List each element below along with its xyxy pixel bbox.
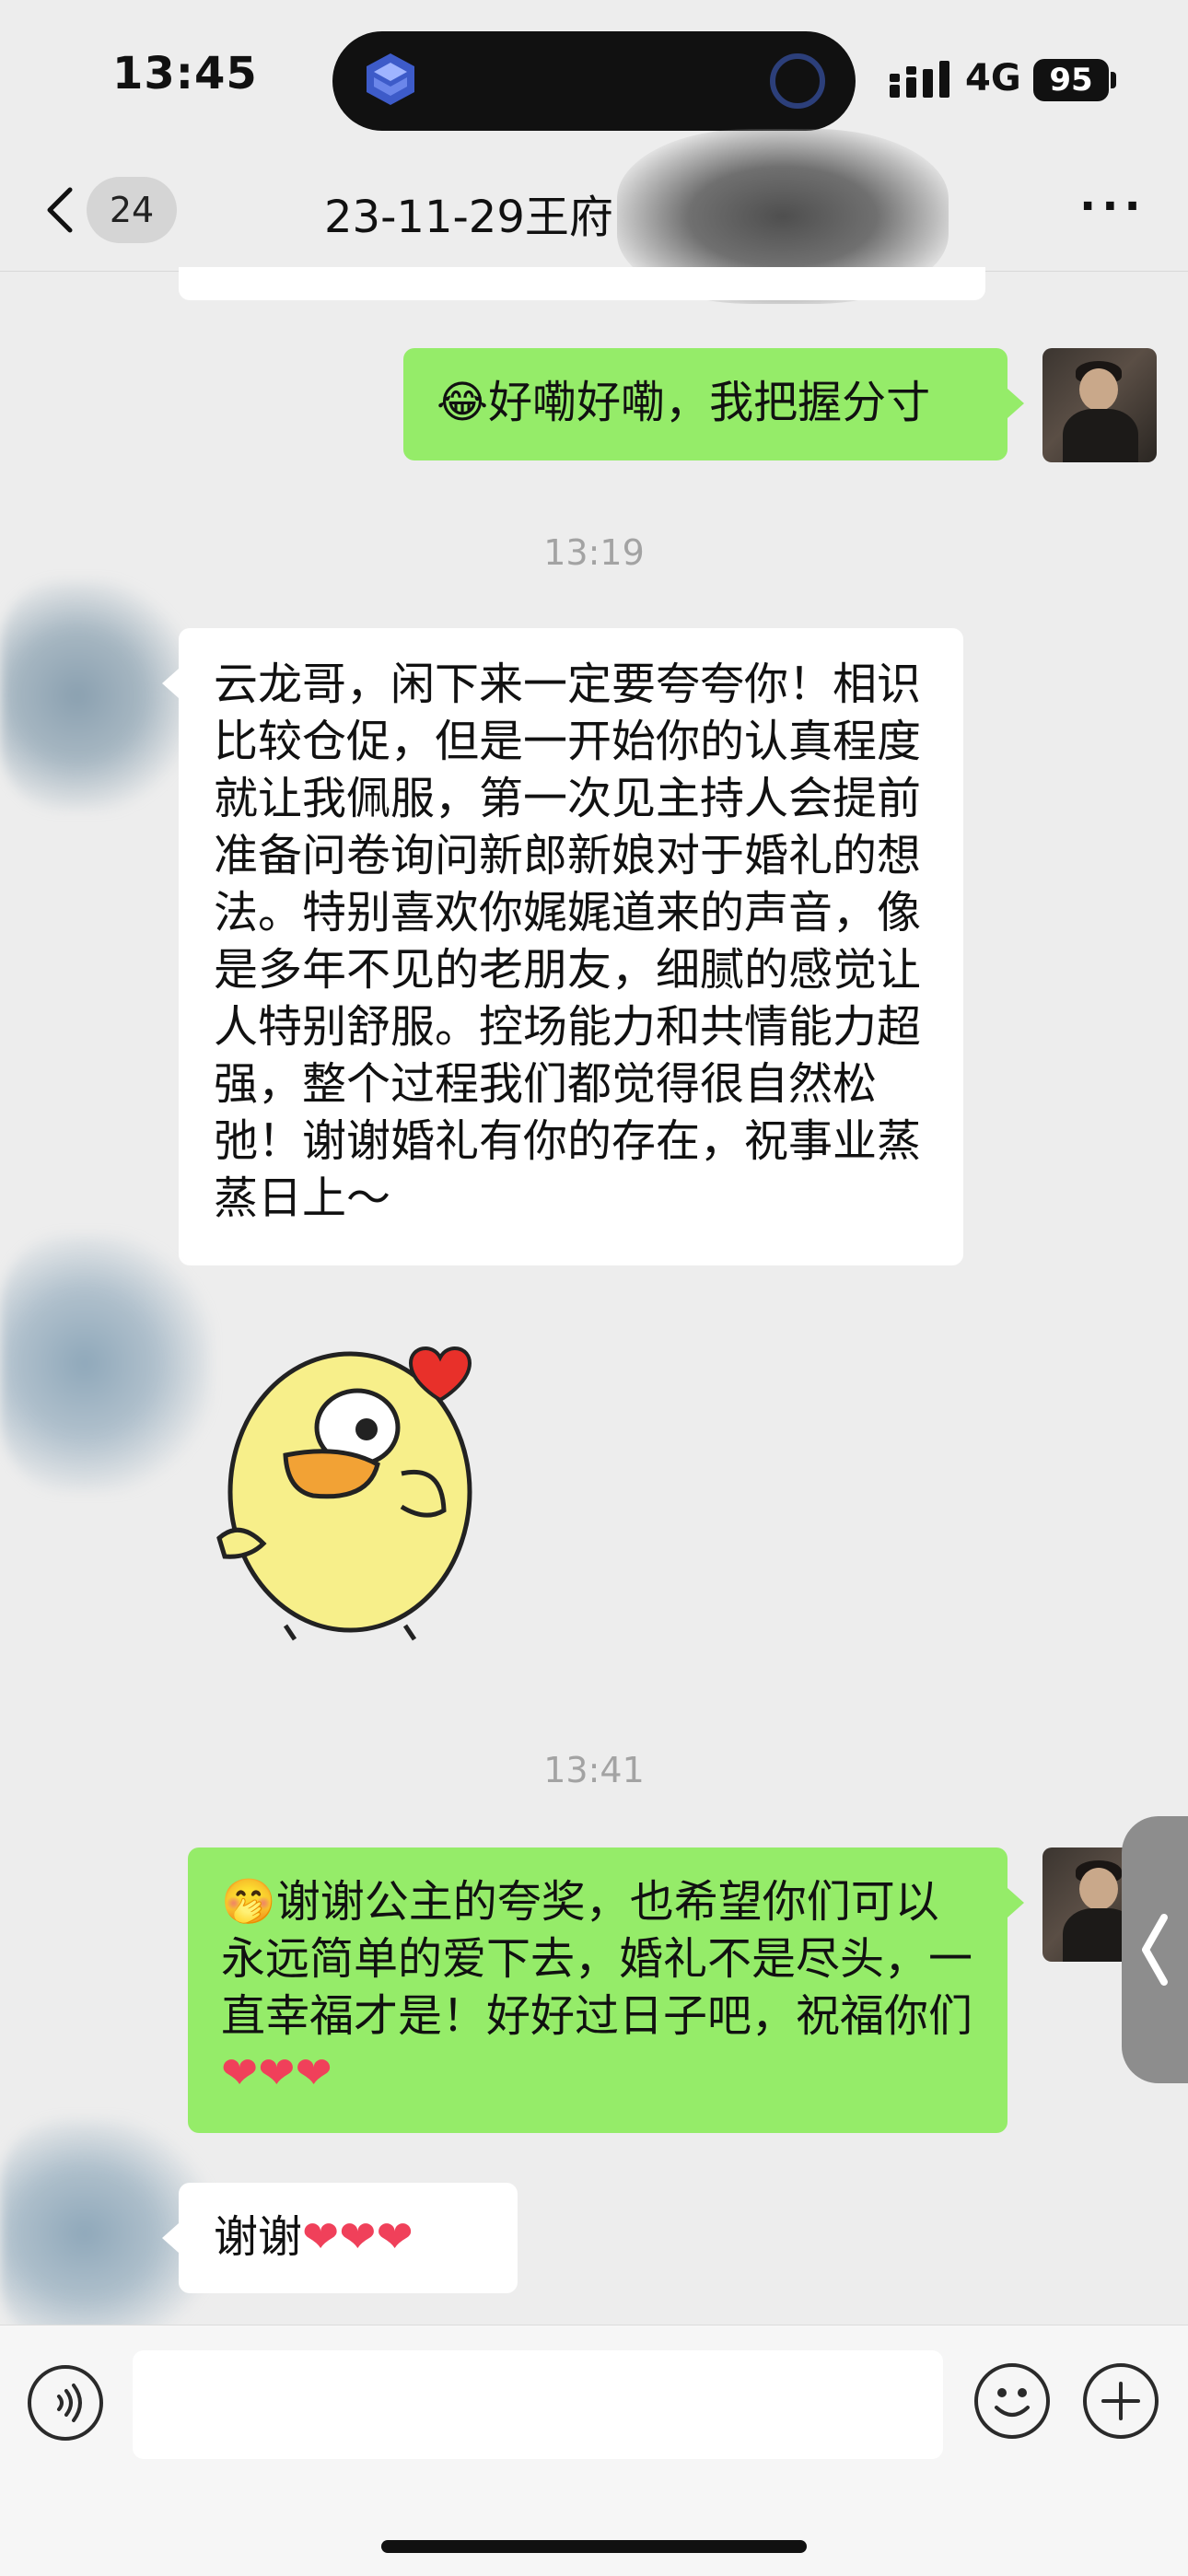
voice-icon[interactable] [28, 2365, 103, 2441]
message-bubble-received[interactable]: 云龙哥，闲下来一定要夸夸你！相识比较仓促，但是一开始你的认真程度就让我佩服，第一… [179, 628, 963, 1265]
activity-ring-icon [770, 53, 825, 109]
plus-icon[interactable] [1083, 2363, 1159, 2439]
message-text-body: 谢谢 [214, 2211, 303, 2263]
bubble-tail [162, 669, 179, 698]
battery-tip [1111, 72, 1116, 88]
home-indicator[interactable] [381, 2540, 807, 2553]
timestamp: 13:19 [543, 532, 645, 573]
signal-icon [890, 61, 954, 101]
timestamp: 13:41 [543, 1750, 645, 1790]
battery-level: 95 [1033, 59, 1109, 101]
message-text: 谢谢❤❤❤ [214, 2209, 488, 2266]
contact-avatar-blurred[interactable] [0, 1234, 212, 1492]
chat-title: 23-11-29王府 [324, 192, 613, 243]
bubble-tail [1007, 1888, 1024, 1917]
message-text-body: 🤭谢谢公主的夸奖，也希望你们可以永远简单的爱下去，婚礼不是尽头，一直幸福才是！好… [221, 1876, 973, 2042]
live-activity-app-icon [361, 50, 420, 109]
message-bubble-sent[interactable]: 😂好嘞好嘞，我把握分寸 [403, 348, 1007, 460]
network-type: 4G [965, 57, 1021, 99]
message-bubble-sent[interactable]: 🤭谢谢公主的夸奖，也希望你们可以永远简单的爱下去，婚礼不是尽头，一直幸福才是！好… [188, 1847, 1007, 2133]
emoji-icon[interactable] [974, 2363, 1050, 2439]
bubble-tail [1007, 389, 1024, 418]
floating-side-tab[interactable] [1122, 1816, 1188, 2083]
unread-count-badge[interactable]: 24 [87, 177, 177, 243]
message-text: 😂好嘞好嘞，我把握分寸 [437, 377, 931, 428]
previous-message-bubble[interactable] [179, 267, 985, 300]
duck-heart-sticker[interactable] [203, 1326, 497, 1667]
my-avatar[interactable] [1042, 348, 1157, 462]
heart-emoji: ❤❤❤ [221, 2047, 332, 2099]
message-text: 🤭谢谢公主的夸奖，也希望你们可以永远简单的爱下去，婚礼不是尽头，一直幸福才是！好… [221, 1873, 980, 2102]
heart-emoji: ❤❤❤ [302, 2211, 413, 2263]
bubble-tail [162, 2223, 179, 2253]
more-dots-icon[interactable]: ··· [1079, 181, 1147, 232]
status-time: 13:45 [112, 48, 258, 99]
message-bubble-received[interactable]: 谢谢❤❤❤ [179, 2183, 518, 2293]
chevron-left-icon[interactable] [37, 182, 92, 238]
message-text: 云龙哥，闲下来一定要夸夸你！相识比较仓促，但是一开始你的认真程度就让我佩服，第一… [214, 659, 922, 1224]
message-input[interactable] [133, 2350, 943, 2459]
